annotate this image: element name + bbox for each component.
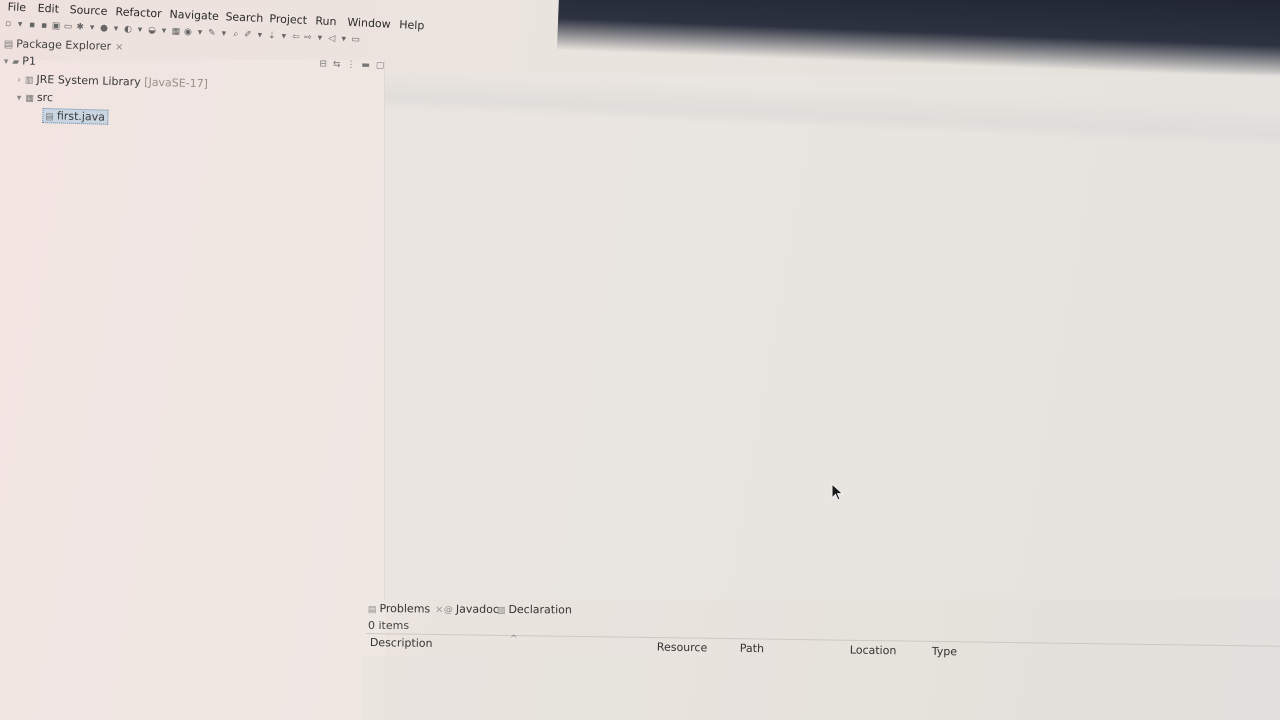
- menu-window[interactable]: Window: [347, 16, 391, 31]
- external-tools-icon[interactable]: ◒: [147, 25, 156, 35]
- dropdown-icon[interactable]: ▾: [315, 33, 324, 43]
- close-icon[interactable]: ×: [435, 604, 443, 615]
- project-folder-icon: ▰: [12, 57, 20, 68]
- column-resource[interactable]: Resource: [657, 641, 708, 655]
- run-icon[interactable]: ●: [99, 23, 108, 33]
- pane-divider[interactable]: [384, 60, 385, 600]
- tree-item-label: P1: [22, 54, 37, 68]
- menu-file[interactable]: File: [7, 0, 26, 14]
- column-path[interactable]: Path: [740, 642, 764, 655]
- back-icon[interactable]: ⇦: [291, 32, 300, 42]
- tree-item-project[interactable]: ▾ ▰ P1: [4, 54, 37, 68]
- dropdown-icon[interactable]: ▾: [279, 31, 288, 41]
- open-perspective-icon[interactable]: ▭: [351, 34, 360, 44]
- save-all-icon[interactable]: ▪: [39, 20, 48, 30]
- next-annotation-icon[interactable]: ⇣: [267, 31, 276, 41]
- library-icon: ▥: [24, 75, 34, 86]
- new-class-icon[interactable]: ◉: [183, 27, 192, 37]
- editor-area[interactable]: [386, 74, 1280, 599]
- items-count: 0 items: [368, 619, 410, 632]
- menu-refactor[interactable]: Refactor: [115, 5, 162, 20]
- tree-item-src[interactable]: ▾ ▦ src: [17, 90, 53, 104]
- menu-search[interactable]: Search: [225, 10, 263, 25]
- tab-javadoc[interactable]: @ Javadoc: [444, 603, 499, 616]
- problems-table-body[interactable]: [362, 656, 652, 720]
- coverage-icon[interactable]: ◐: [123, 24, 132, 34]
- menu-navigate[interactable]: Navigate: [169, 8, 219, 23]
- dropdown-icon[interactable]: ▾: [195, 27, 204, 37]
- column-location[interactable]: Location: [850, 644, 897, 658]
- sort-caret-icon: ^: [509, 634, 518, 645]
- package-explorer-pane: [0, 60, 385, 720]
- tree-item-file[interactable]: ▤ first.java: [42, 108, 109, 125]
- selected-file[interactable]: ▤ first.java: [42, 108, 109, 125]
- file-icon: ▤: [45, 112, 55, 123]
- search-icon[interactable]: ⌕: [231, 29, 240, 39]
- dropdown-icon[interactable]: ▾: [255, 30, 264, 40]
- print-icon[interactable]: ▣: [51, 21, 61, 31]
- forward-icon[interactable]: ⇨: [303, 32, 312, 42]
- chevron-down-icon[interactable]: ▾: [4, 57, 9, 67]
- terminal-icon[interactable]: ▭: [63, 21, 73, 31]
- tab-label: Javadoc: [455, 602, 499, 616]
- source-folder-icon: ▦: [25, 93, 35, 104]
- save-icon[interactable]: ▪: [27, 20, 36, 30]
- menu-run[interactable]: Run: [315, 14, 337, 28]
- tree-item-label: first.java: [56, 109, 106, 124]
- dropdown-icon[interactable]: ▾: [339, 34, 348, 44]
- window-dark-edge: [556, 0, 1280, 85]
- new-package-icon[interactable]: ▦: [171, 26, 180, 36]
- project-tree: ▾ ▰ P1 › ▥ JRE System Library [JavaSE-17] ▾ ▦…: [2, 54, 384, 144]
- bottom-panel-tabs: ▤ Problems × @ Javadoc ▧ Declaration: [368, 602, 1068, 625]
- close-icon[interactable]: ×: [115, 42, 124, 53]
- declaration-icon: ▧: [496, 605, 506, 616]
- menu-edit[interactable]: Edit: [37, 2, 59, 16]
- chevron-right-icon[interactable]: ›: [17, 75, 21, 85]
- pin-icon[interactable]: ◁: [327, 33, 336, 43]
- tree-item-label: src: [36, 90, 54, 105]
- menu-help[interactable]: Help: [399, 18, 425, 32]
- dropdown-icon[interactable]: ▾: [87, 22, 96, 32]
- dropdown-icon[interactable]: ▾: [219, 28, 228, 38]
- javadoc-icon: @: [443, 605, 453, 616]
- problems-icon: ▤: [367, 604, 377, 616]
- debug-icon[interactable]: ✱: [75, 22, 84, 32]
- tree-item-label: JRE System Library: [36, 72, 141, 89]
- package-explorer-icon: ▤: [3, 38, 14, 51]
- dropdown-icon[interactable]: ▾: [15, 19, 24, 29]
- tab-problems[interactable]: ▤ Problems ×: [367, 602, 444, 616]
- tab-declaration[interactable]: ▧ Declaration: [496, 602, 572, 617]
- package-explorer-title: Package Explorer: [16, 37, 112, 53]
- dropdown-icon[interactable]: ▾: [111, 23, 120, 33]
- chevron-down-icon[interactable]: ▾: [17, 93, 22, 103]
- tree-item-jre[interactable]: › ▥ JRE System Library [JavaSE-17]: [17, 72, 208, 90]
- package-explorer-title-wrap: ▤ Package Explorer ×: [4, 37, 124, 53]
- tab-label: Problems: [379, 602, 431, 616]
- annotation-icon[interactable]: ✐: [243, 29, 252, 39]
- column-type[interactable]: Type: [932, 645, 957, 658]
- menu-source[interactable]: Source: [69, 3, 107, 18]
- mouse-cursor-icon: [831, 483, 844, 501]
- dropdown-icon[interactable]: ▾: [159, 26, 168, 36]
- tab-label: Declaration: [508, 602, 572, 617]
- new-icon[interactable]: ▫: [3, 19, 12, 29]
- menu-project[interactable]: Project: [269, 12, 307, 27]
- open-type-icon[interactable]: ✎: [207, 28, 216, 38]
- column-description[interactable]: Description: [370, 636, 433, 650]
- dropdown-icon[interactable]: ▾: [135, 25, 144, 35]
- jre-version-label: [JavaSE-17]: [144, 75, 209, 91]
